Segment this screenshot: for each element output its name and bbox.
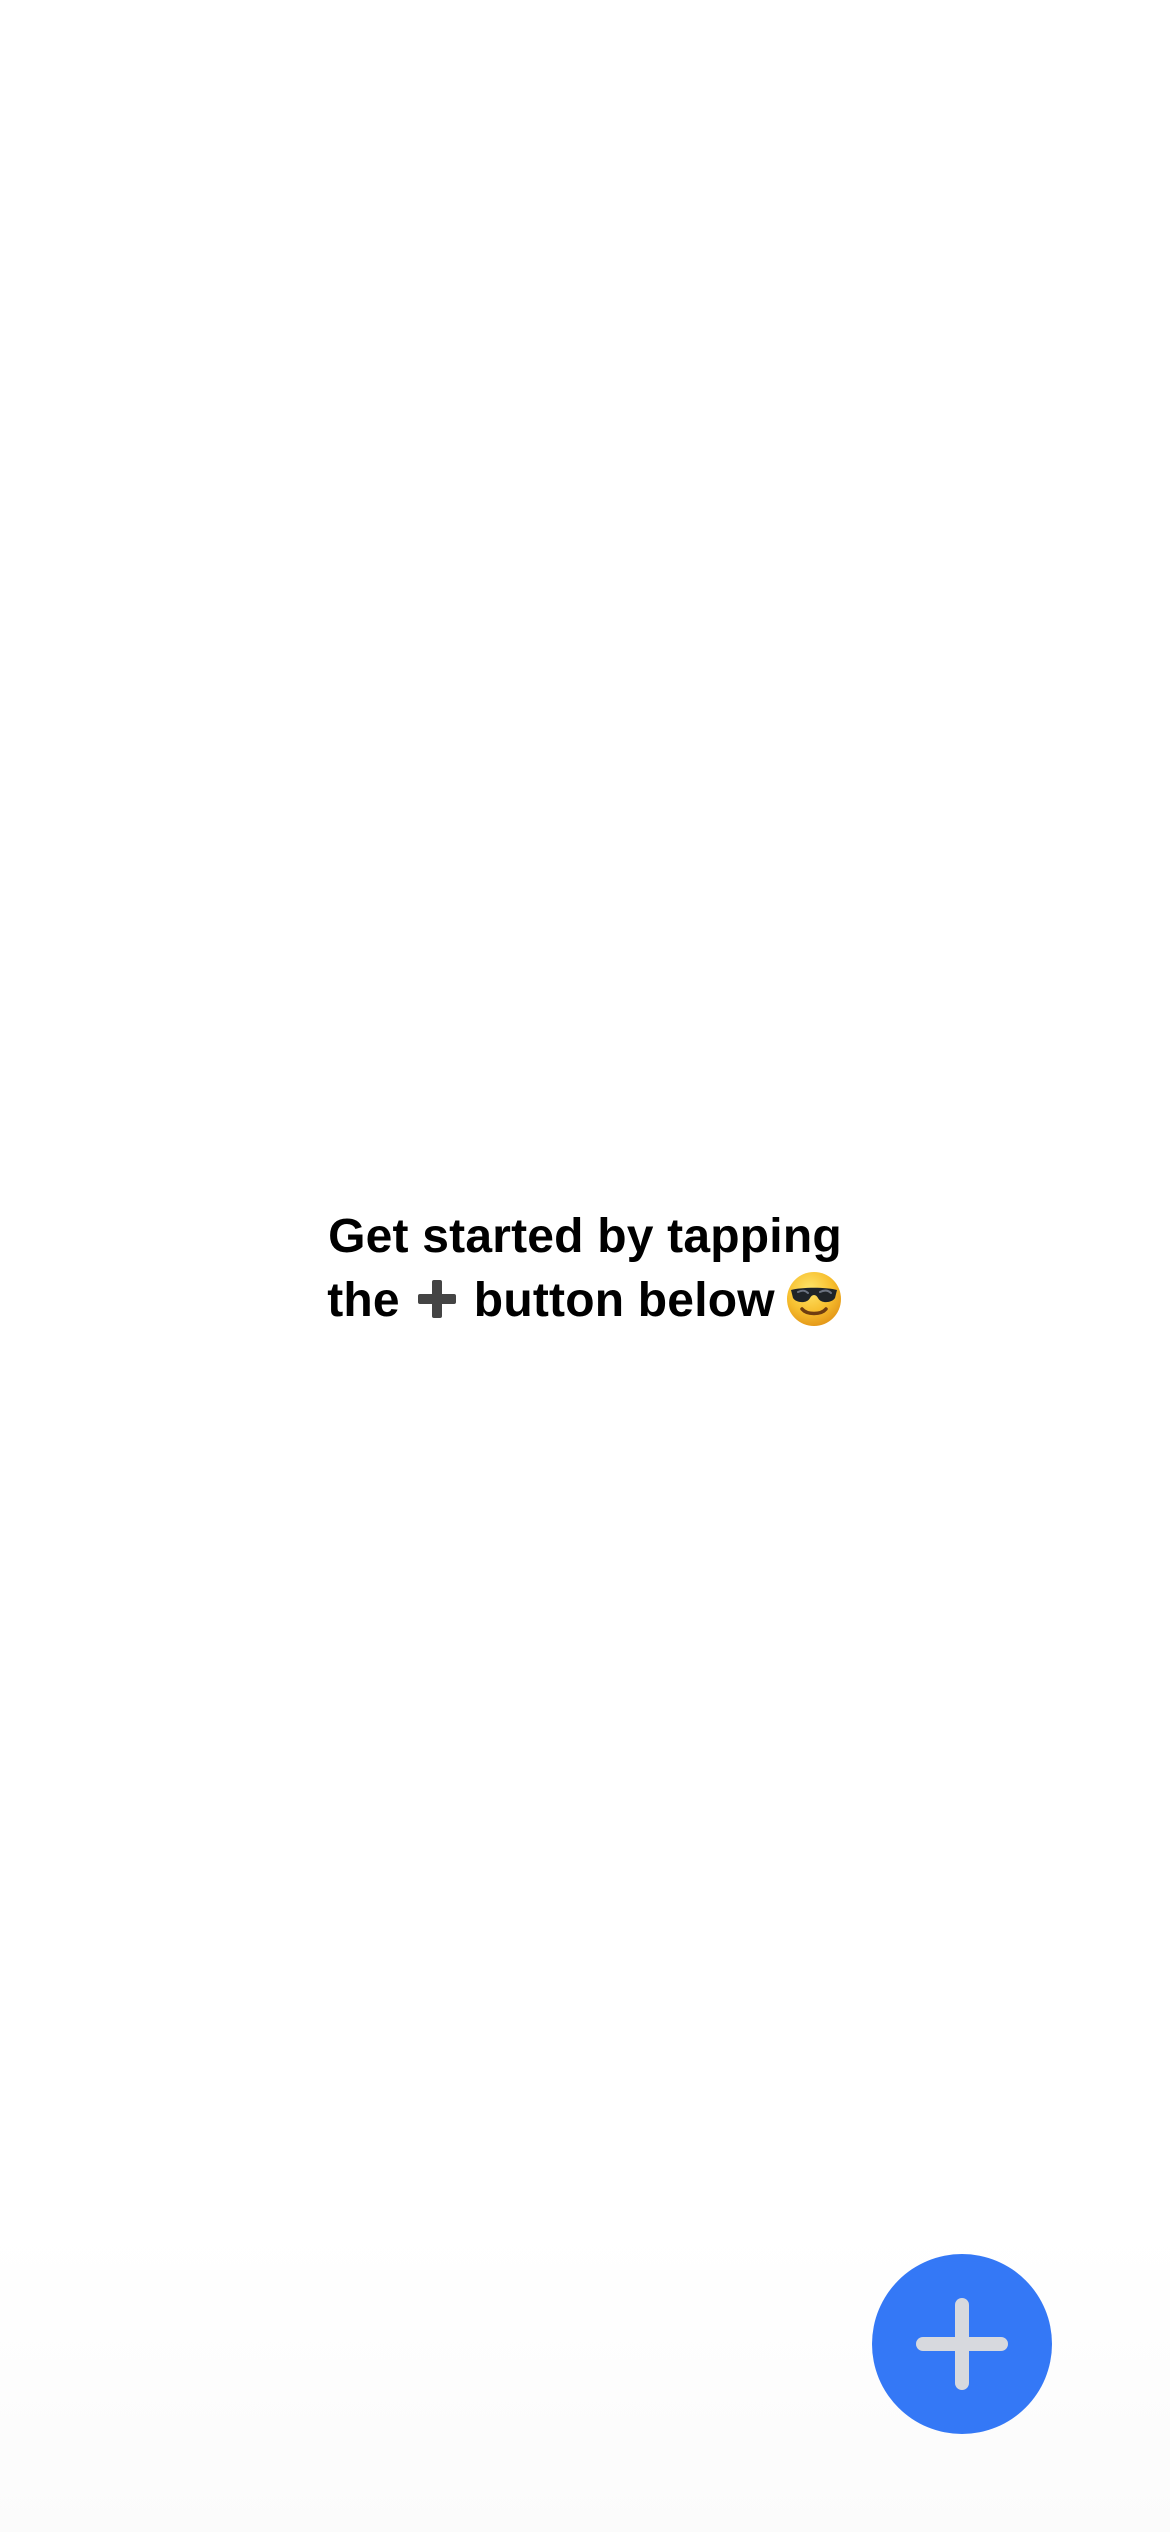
add-button[interactable]	[872, 2254, 1052, 2434]
empty-state-line-2-end: button below	[473, 1274, 775, 1327]
plus-icon	[912, 2294, 1012, 2394]
empty-state-line-2-start: the	[327, 1274, 400, 1327]
heavy-plus-icon	[414, 1276, 460, 1322]
empty-state-line-2: the button below	[0, 1269, 1170, 1333]
smiling-face-with-sunglasses-icon	[785, 1270, 843, 1328]
empty-state-line-1: Get started by tapping	[328, 1210, 842, 1263]
app-screen: Get started by tapping the button below	[0, 0, 1170, 2532]
empty-state-message: Get started by tapping the button below	[0, 1205, 1170, 1333]
